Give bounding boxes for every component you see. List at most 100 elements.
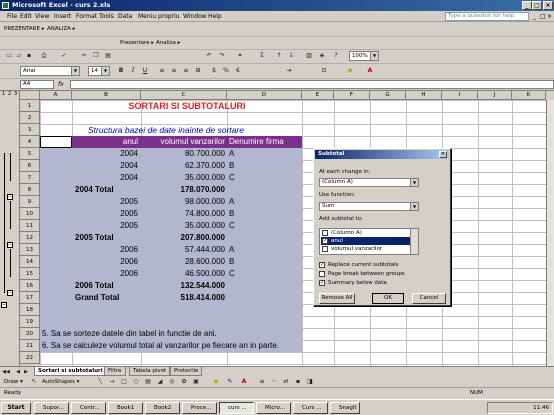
cell-firma[interactable]: B [229,208,234,220]
menu-view[interactable]: View [35,11,49,22]
cell-total-label[interactable]: 2005 Total [75,232,114,244]
line-icon[interactable]: ╲ [96,378,104,386]
cell-firma[interactable]: B [229,256,234,268]
align-center-icon[interactable]: ≡ [170,67,178,75]
remove-all-button[interactable]: Remove All [319,293,355,304]
font-color-icon[interactable]: A [366,67,374,75]
merge-center-icon[interactable]: ⊞ [194,67,202,75]
name-box[interactable]: A4 [20,80,54,89]
cancel-button[interactable]: Cancel [412,293,446,304]
percent-button[interactable]: % [222,67,230,75]
taskbar-item[interactable]: curs ... [219,402,254,414]
collapse-2006-button[interactable]: − [7,290,13,296]
row-header[interactable]: 11 [20,220,40,232]
row-header[interactable]: 1 [20,100,40,112]
cell-firma[interactable]: A [229,148,234,160]
menu-help[interactable]: Help [208,11,222,22]
menu-window[interactable]: Window [183,11,207,22]
column-header-k[interactable]: K [512,91,546,100]
list-item-column-a[interactable]: (Column A) [321,229,411,237]
column-header-c[interactable]: C [141,91,227,100]
analiza-menu-button[interactable]: ANALIZA ▸ [47,24,75,34]
euro-button[interactable]: € [234,67,242,75]
help-search-input[interactable]: Type a question for help [445,12,529,21]
start-button[interactable]: Start [1,402,31,414]
tab-sortari-si-subtotaluri[interactable]: Sortari si subtotaluri [34,367,107,376]
wordart-icon[interactable]: ◢ [156,378,164,386]
cell-volumul[interactable]: 518.414.000 [141,292,226,304]
dialog-title-bar[interactable]: Subtotal × [315,150,449,159]
cell-total-label[interactable]: 2004 Total [75,184,114,196]
row-header[interactable]: 16 [20,280,40,292]
prezentare-custom-button[interactable]: Prezentare ▸ [120,38,154,48]
row-header[interactable]: 22 [20,352,40,364]
paste-icon[interactable]: ▤ [104,52,112,60]
minimize-button[interactable]: _ [522,1,532,10]
menu-meniu-propriu[interactable]: Meniu propriu [138,11,180,22]
print-icon[interactable]: ⎙ [40,52,48,60]
spelling-icon[interactable]: ✓ [60,52,68,60]
arrow-icon[interactable]: → [108,378,116,386]
cut-icon[interactable]: ✂ [80,52,88,60]
copy-icon[interactable]: ❐ [92,52,100,60]
diagram-icon[interactable]: ◎ [168,378,176,386]
cell-volumul[interactable]: 35.000.000 [141,172,225,184]
save-icon[interactable]: ▪ [25,52,33,60]
checkbox-anul[interactable]: ✓ [322,238,328,244]
page-break-checkbox[interactable] [319,271,325,277]
fx-label[interactable]: fx [58,80,64,89]
cell-volumul[interactable]: 28.600.000 [141,256,225,268]
taskbar-item[interactable]: Supor... [34,402,69,414]
fill-color-icon[interactable]: ◆ [346,67,354,75]
cell-anul[interactable]: 2004 [72,160,138,172]
cell-volumul[interactable]: 57.444.000 [141,244,225,256]
row-header[interactable]: 17 [20,292,40,304]
textbox-icon[interactable]: ▤ [144,378,152,386]
indent-icon[interactable]: ⇥ [285,67,293,75]
summary-below-option[interactable]: ✓ Summary below data [319,280,387,287]
new-icon[interactable]: ▭ [5,52,13,60]
cell-anul[interactable]: 2005 [72,220,138,232]
row-header[interactable]: 2 [20,112,40,124]
checkbox-column-a[interactable] [322,230,328,236]
cell-anul[interactable]: 2006 [72,244,138,256]
outline-level-3[interactable]: 3 [14,91,17,97]
rectangle-icon[interactable]: □ [120,378,128,386]
next-sheet-icon[interactable]: ▶ [22,368,30,376]
cell-volumul[interactable]: 80.700.000 [141,148,225,160]
open-icon[interactable]: ▱ [15,52,23,60]
column-header-e[interactable]: E [302,91,334,100]
font-name-select[interactable]: Arial ▼ [20,66,80,76]
list-item-anul[interactable]: ✓ anul [321,237,411,245]
row-header[interactable]: 8 [20,184,40,196]
3d-icon[interactable]: ◨ [306,378,314,386]
select-all-corner[interactable] [20,91,40,100]
page-break-option[interactable]: Page break between groups [319,271,405,278]
cell-firma[interactable]: A [229,244,234,256]
cell-volumul[interactable]: 207.800.000 [141,232,226,244]
replace-subtotals-option[interactable]: ✓ Replace current subtotals [319,262,398,269]
cell-firma[interactable]: B [229,160,234,172]
vertical-scrollbar[interactable] [546,100,554,366]
row-header[interactable]: 12 [20,232,40,244]
borders-icon[interactable]: ⊡ [320,67,328,75]
cell-volumul[interactable]: 178.070.000 [141,184,226,196]
menu-insert[interactable]: Insert [54,11,71,22]
row-header[interactable]: 21 [20,340,40,352]
use-function-select[interactable]: Sum ▼ [319,202,419,211]
analiza-custom-button[interactable]: Analiza ▸ [156,38,180,48]
row-header[interactable]: 20 [20,328,40,340]
tab-filtre[interactable]: Filtre [104,367,126,376]
column-header-f[interactable]: F [334,91,370,100]
hyperlink-icon[interactable]: ⚭ [236,52,244,60]
cell-firma[interactable]: A [229,196,234,208]
row-header[interactable]: 4 [20,136,40,148]
summary-below-checkbox[interactable]: ✓ [319,280,325,286]
dash-style-icon[interactable]: ┄ [270,378,278,386]
align-left-icon[interactable]: ≡ [158,67,166,75]
drawing-icon[interactable]: ◈ [318,52,326,60]
first-sheet-icon[interactable]: ◀◀ [2,368,10,376]
doc-restore-button[interactable]: □ [540,11,546,22]
row-header[interactable]: 9 [20,196,40,208]
doc-close-button[interactable]: × [547,11,552,22]
